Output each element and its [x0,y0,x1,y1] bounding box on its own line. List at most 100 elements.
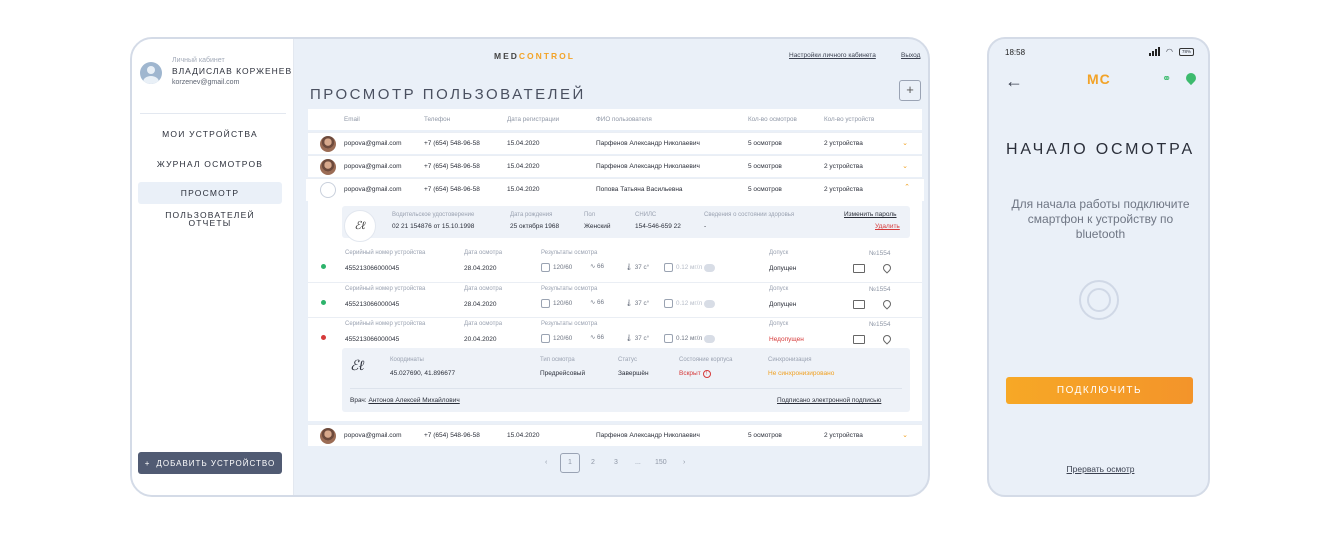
location-icon[interactable] [881,262,893,274]
menu-item-journal[interactable]: ЖУРНАЛ ОСМОТРОВ [138,153,282,175]
video-icon[interactable] [853,335,865,344]
connect-button[interactable]: ПОДКЛЮЧИТЬ [1006,377,1193,404]
status-dot [321,335,326,340]
col-devices[interactable]: Кол-во устройств [824,116,874,123]
row-phone: +7 (654) 548-96-58 [424,186,480,193]
type-label: Тип осмотра [540,357,575,363]
row-date: 15.04.2020 [507,163,540,170]
sidebar-menu: МОИ УСТРОЙСТВА ЖУРНАЛ ОСМОТРОВ ПРОСМОТР … [138,123,282,241]
sidebar: Личный кабинет ВЛАДИСЛАВ КОРЖЕНЕВ korzen… [132,39,294,495]
table-row[interactable]: popova@gmail.com +7 (654) 548-96-58 15.0… [308,155,922,177]
serial-value: 455213066000045 [345,265,400,272]
temperature: 🌡︎ 37 с° [625,335,650,342]
pressure: 120/60 [541,299,572,308]
health-label: Сведения о состоянии здоровья [704,212,795,218]
logo: MC [1087,71,1111,87]
pagination-page[interactable]: 1 [560,453,580,473]
add-device-button[interactable]: + ДОБАВИТЬ УСТРОЙСТВО [138,452,282,474]
delete-link[interactable]: Удалить [875,223,900,230]
breathalyzer-icon [664,263,673,272]
avatar [320,182,336,198]
pagination-prev[interactable]: ‹ [545,459,547,466]
exam-date: 28.04.2020 [464,265,497,272]
pulse-icon: ∿ [590,263,598,270]
thermometer-icon: 🌡︎ [625,264,635,271]
pagination-ellipsis: ... [635,459,641,466]
pagination-next[interactable]: › [683,459,685,466]
row-exams: 5 осмотров [748,140,782,147]
row-email: popova@gmail.com [344,163,402,170]
menu-item-reports[interactable]: ОТЧЕТЫ [138,212,282,234]
table-row[interactable]: popova@gmail.com +7 (654) 548-96-58 15.0… [308,132,922,154]
chevron-down-icon[interactable]: ⌄ [902,162,908,170]
menu-item-devices[interactable]: МОИ УСТРОЙСТВА [138,123,282,145]
row-phone: +7 (654) 548-96-58 [424,432,480,439]
chat-icon [703,263,715,272]
signature-icon: ℰℓ [344,210,376,242]
admit-label: Допуск [769,250,789,256]
location-icon[interactable] [1183,70,1199,86]
results-label: Результаты осмотра [541,286,598,292]
col-name[interactable]: ФИО пользователя [596,116,652,123]
serial-value: 455213066000045 [345,301,400,308]
temperature: 🌡︎ 37 с° [625,300,650,307]
exam-row[interactable]: Серийный номер устройства 45521306600004… [308,247,922,283]
link-icon[interactable]: ⚭ [1162,72,1171,85]
chevron-up-icon[interactable]: ⌃ [904,183,910,191]
wifi-icon: ◠ [1166,47,1173,56]
heart-icon [541,334,550,343]
col-exams[interactable]: Кол-во осмотров [748,116,797,123]
row-email: popova@gmail.com [344,186,402,193]
logout-link[interactable]: Выход [901,52,920,59]
status-label: Статус [618,357,637,363]
pulse: ∿ 66 [590,334,605,341]
warning-icon: ! [702,370,711,378]
chat-icon [703,334,715,343]
location-icon[interactable] [881,298,893,310]
birth-label: Дата рождения [510,212,553,218]
back-arrow-icon[interactable]: ← [1005,71,1023,92]
col-email[interactable]: Email [344,116,360,123]
row-date: 15.04.2020 [507,432,540,439]
menu-item-users[interactable]: ПРОСМОТР ПОЛЬЗОВАТЕЛЕЙ [138,182,282,220]
table-row-expanded[interactable]: popova@gmail.com +7 (654) 548-96-58 15.0… [306,178,924,201]
pagination-page[interactable]: 150 [655,459,667,466]
chevron-down-icon[interactable]: ⌄ [902,431,908,439]
row-name: Парфенов Александр Николаевич [596,432,700,439]
change-password-link[interactable]: Изменить пароль [844,211,897,218]
avatar [320,159,336,175]
pressure: 120/60 [541,334,572,343]
serial-label: Серийный номер устройства [345,250,426,256]
heart-icon [541,299,550,308]
video-icon[interactable] [853,264,865,273]
signal-icon [1149,47,1161,56]
col-date[interactable]: Дата регистрации [507,116,559,123]
table-row[interactable]: popova@gmail.com +7 (654) 548-96-58 15.0… [308,424,922,446]
bluetooth-spinner-icon [1079,280,1119,320]
signature-link[interactable]: Подписано электронной подписью [777,397,881,404]
gender-value: Женский [584,223,611,230]
page-title: ПРОСМОТР ПОЛЬЗОВАТЕЛЕЙ [310,86,586,103]
alcohol: 0.12 мг/л [664,334,715,343]
breathalyzer-icon [664,334,673,343]
pagination-page[interactable]: 3 [614,459,618,466]
location-icon[interactable] [881,333,893,345]
video-icon[interactable] [853,300,865,309]
abort-exam-link[interactable]: Прервать осмотр [989,464,1208,474]
add-user-button[interactable]: + [899,80,921,101]
license-label: Водительское удостоверение [392,212,475,218]
status-dot [321,300,326,305]
avatar [320,136,336,152]
settings-link[interactable]: Настройки личного кабинета [789,52,876,59]
signature-icon: ℰℓ [350,358,365,374]
chevron-down-icon[interactable]: ⌄ [902,139,908,147]
coords-label: Координаты [390,357,424,363]
exam-row[interactable]: Серийный номер устройства 45521306600004… [308,282,922,318]
serial-value: 455213066000045 [345,336,400,343]
pagination-page[interactable]: 2 [591,459,595,466]
pulse-icon: ∿ [590,334,598,341]
doctor-link[interactable]: Антонов Алексей Михайлович [368,397,459,404]
row-exams: 5 осмотров [748,432,782,439]
heart-icon [541,263,550,272]
col-phone[interactable]: Телефон [424,116,450,123]
